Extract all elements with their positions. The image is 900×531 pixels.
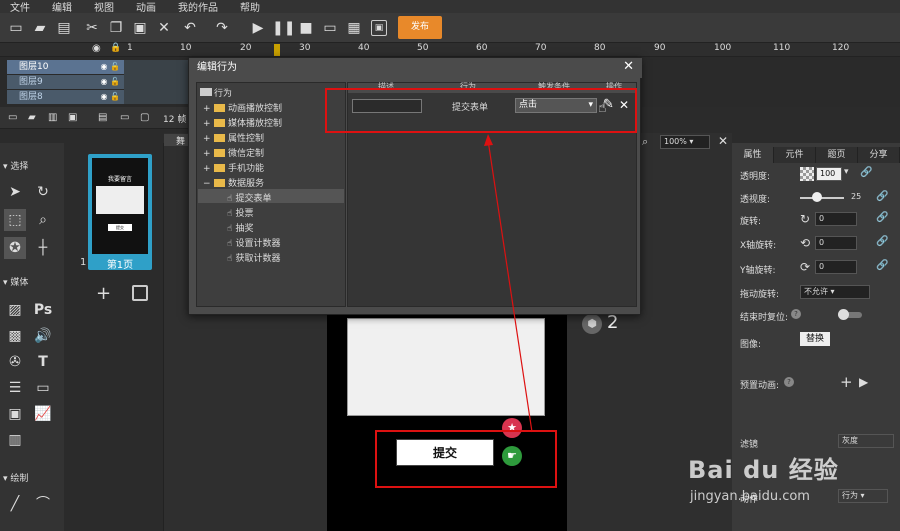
mouse-pointer-icon: ☝	[598, 100, 607, 116]
annotation-arrow	[484, 134, 533, 433]
